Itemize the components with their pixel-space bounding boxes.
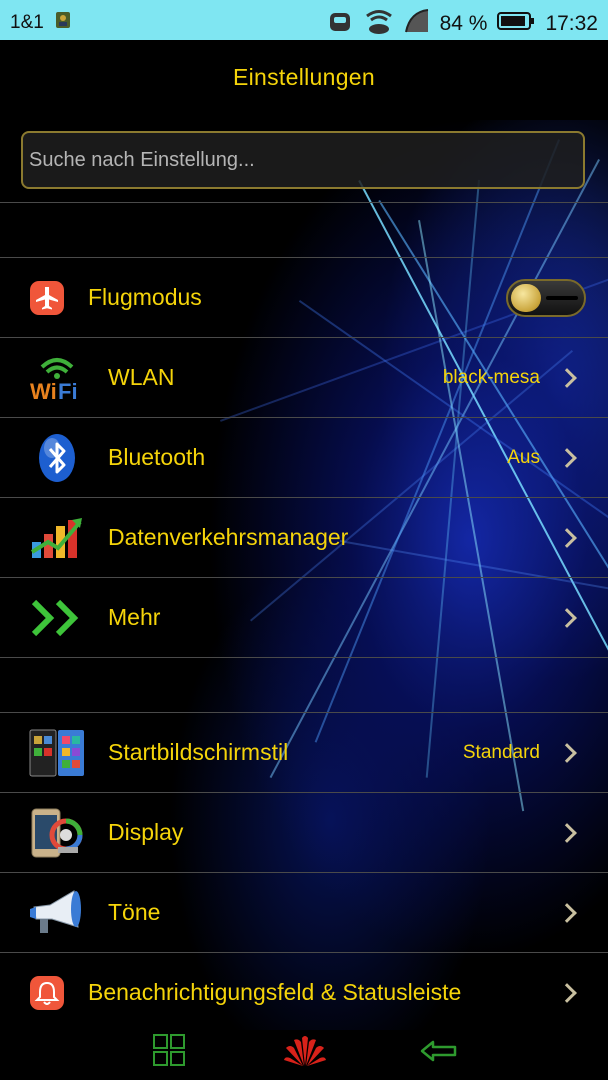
divider [0,202,608,203]
battery-icon [497,11,535,37]
page-title: Einstellungen [232,64,375,90]
home-screen-icon [28,728,86,778]
home-screen-style-label: Startbildschirmstil [108,739,289,765]
sounds-label: Töne [108,899,161,925]
carrier-label: 1&1 [10,12,44,33]
setting-row-wlan[interactable]: Wi Fi WLAN black-mesa [0,338,608,417]
wlan-value: black-mesa [442,366,540,388]
cell-signal-icon [404,8,430,40]
bluetooth-label: Bluetooth [108,444,206,470]
chevron-right-icon [557,607,577,628]
more-label: Mehr [108,604,161,630]
chevron-right-icon [557,447,577,468]
airplane-icon [30,280,64,315]
chevron-right-icon [557,742,577,763]
bluetooth-icon [36,432,78,484]
setting-row-more[interactable]: Mehr [0,578,608,657]
svg-text:Wi: Wi [30,379,57,403]
wifi-icon: Wi Fi [28,353,86,403]
chevron-right-icon [557,902,577,923]
grid-icon[interactable] [153,1034,185,1071]
double-chevron-icon [28,596,86,640]
notifications-label: Benachrichtigungsfeld & Statusleiste [88,979,462,1005]
chevron-right-icon [557,822,577,843]
navigation-bar [0,1030,608,1080]
divider [0,657,608,658]
setting-row-home-screen-style[interactable]: Startbildschirmstil Standard [0,713,608,792]
bluetooth-value: Aus [507,446,540,468]
setting-row-data-manager[interactable]: Datenverkehrsmanager [0,498,608,577]
search-placeholder: Suche nach Einstellung... [29,148,255,171]
display-label: Display [108,819,184,845]
chart-icon [28,512,86,564]
app-notification-icon [52,9,74,37]
status-bar: 1&1 84 % 17:32 [0,0,608,40]
setting-row-airplane-mode[interactable]: Flugmodus [0,258,608,337]
huawei-logo-icon[interactable] [282,1032,328,1073]
setting-row-sounds[interactable]: Töne [0,873,608,952]
airplane-mode-label: Flugmodus [88,284,202,310]
setting-row-display[interactable]: Display [0,793,608,872]
search-input[interactable]: Suche nach Einstellung... [21,131,585,189]
display-icon [28,807,86,859]
chevron-right-icon [557,527,577,548]
robot-icon [326,7,354,41]
setting-row-bluetooth[interactable]: Bluetooth Aus [0,418,608,497]
back-arrow-icon[interactable] [420,1040,458,1067]
svg-text:Fi: Fi [58,379,78,403]
wlan-label: WLAN [108,364,175,390]
megaphone-icon [28,887,86,939]
clock: 17:32 [545,12,598,35]
airplane-mode-toggle[interactable] [506,278,586,317]
bell-icon [30,975,64,1010]
wifi-signal-icon [364,7,394,41]
chevron-right-icon [557,982,577,1003]
data-manager-label: Datenverkehrsmanager [108,524,349,550]
battery-percent: 84 % [439,12,488,35]
chevron-right-icon [557,367,577,388]
home-screen-style-value: Standard [462,741,540,763]
setting-row-notifications[interactable]: Benachrichtigungsfeld & Statusleiste [0,953,608,1032]
